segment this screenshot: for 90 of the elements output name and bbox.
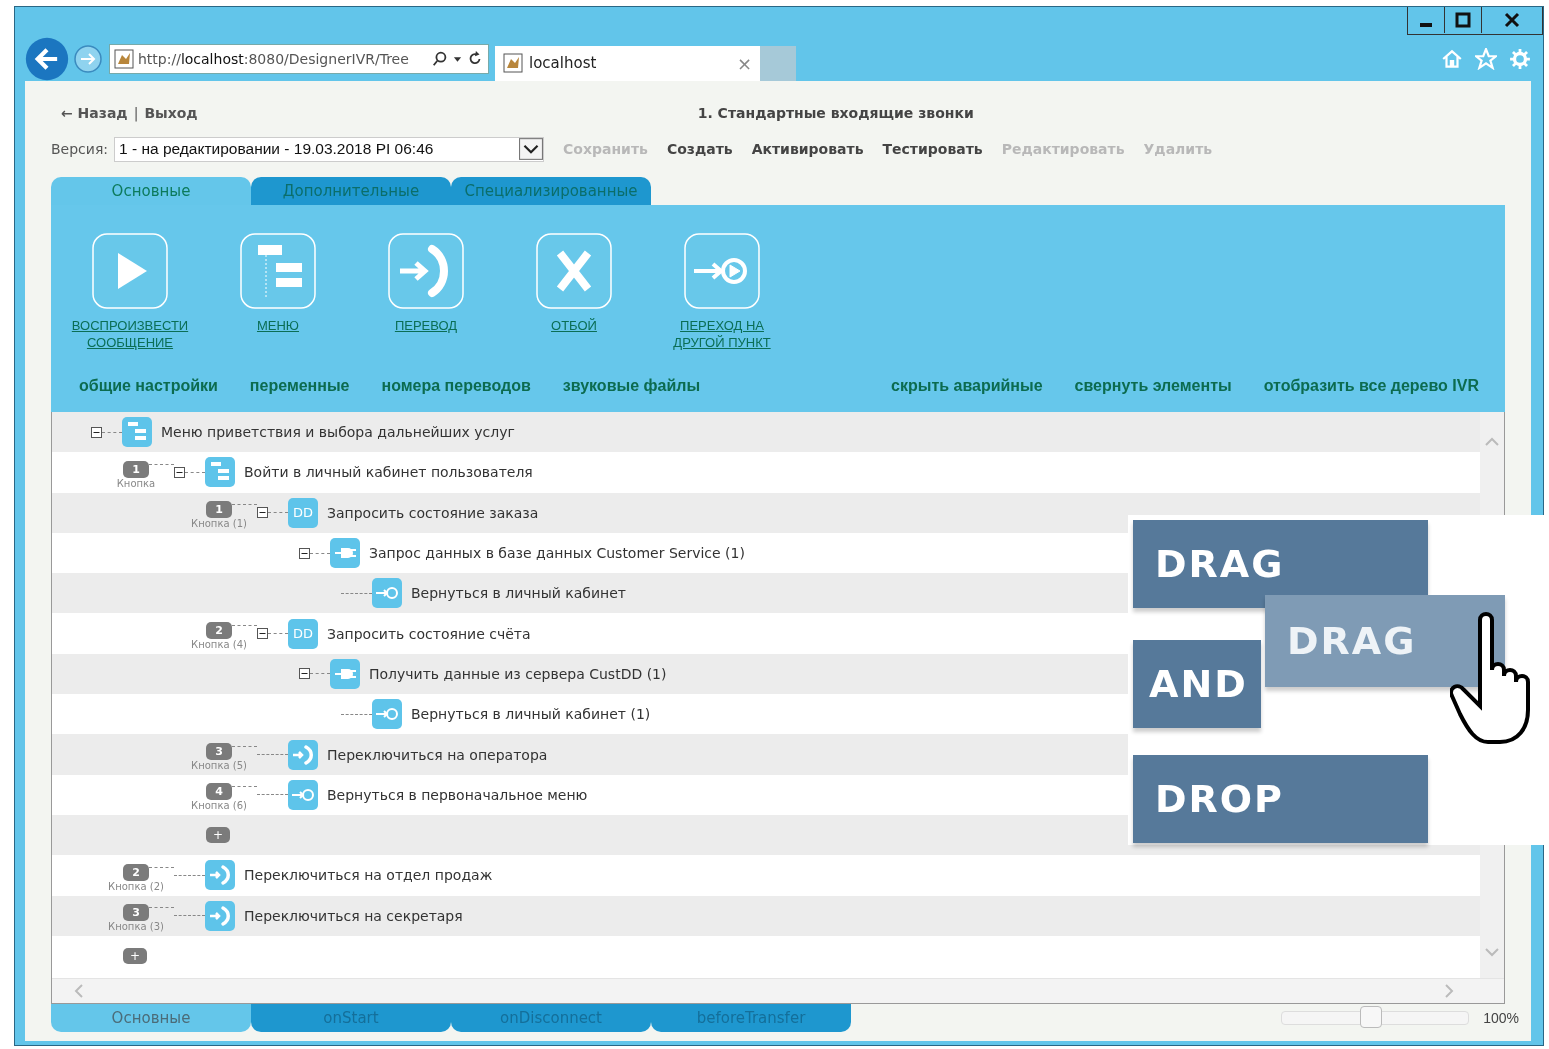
action-button[interactable]: Активировать: [751, 141, 864, 157]
phone-transfer-icon: [288, 739, 318, 770]
tab[interactable]: Дополнительные: [251, 177, 451, 205]
browser-tab[interactable]: localhost ×: [495, 45, 760, 81]
button-number-badge: 2: [123, 863, 149, 881]
and-card: AND: [1133, 640, 1261, 728]
search-icon[interactable]: [431, 50, 449, 68]
panel-link[interactable]: свернуть элементы: [1074, 377, 1232, 395]
back-link[interactable]: ← Назад: [61, 105, 128, 121]
plug-icon: [330, 538, 360, 569]
plug-icon: [330, 658, 360, 689]
drop-card: DROP: [1133, 755, 1428, 843]
cross-icon[interactable]: [536, 233, 612, 309]
badge-caption: Кнопка (3): [108, 921, 164, 934]
node-icon: DD: [288, 497, 318, 528]
tree-node-label[interactable]: Переключиться на секретаря: [244, 907, 463, 924]
badge-caption: Кнопка (1): [191, 518, 247, 531]
forward-icon[interactable]: [73, 44, 103, 74]
badge-caption: Кнопка (5): [191, 760, 247, 772]
button-number-badge: 1: [123, 460, 149, 478]
tree-node-label[interactable]: Запросить состояние счёта: [327, 625, 531, 642]
tab[interactable]: Основные: [51, 177, 251, 205]
badge-caption: Кнопка (6): [191, 800, 247, 813]
panel-link[interactable]: номера переводов: [381, 377, 531, 395]
action-button[interactable]: Тестировать: [882, 141, 983, 157]
collapse-icon[interactable]: [257, 628, 268, 640]
back-icon[interactable]: [25, 37, 69, 81]
tree-node-label[interactable]: Войти в личный кабинет пользователя: [244, 464, 533, 481]
tool-link[interactable]: ПЕРЕХОД НА ДРУГОЙ ПУНКТ: [673, 317, 771, 351]
version-label: Версия:: [51, 141, 109, 157]
button-number-badge: 1: [206, 501, 232, 519]
drag-card: DRAG: [1133, 520, 1428, 608]
tree-node-label[interactable]: Вернуться в личный кабинет: [411, 585, 626, 602]
home-icon[interactable]: [1441, 48, 1463, 70]
settings-icon[interactable]: [1509, 48, 1531, 70]
tab-title: localhost: [529, 54, 598, 72]
tool-link[interactable]: ВОСПРОИЗВЕСТИ СООБЩЕНИЕ: [71, 317, 189, 351]
tool-link[interactable]: ОТБОЙ: [551, 317, 597, 334]
panel-link[interactable]: переменные: [249, 377, 350, 395]
action-button[interactable]: Создать: [666, 141, 733, 157]
version-select[interactable]: 1 - на редактировании - 19.03.2018 PI 06:46: [114, 136, 545, 162]
collapse-icon[interactable]: [299, 547, 310, 559]
tree-node-label[interactable]: Вернуться в личный кабинет (1): [411, 706, 651, 723]
star-icon[interactable]: [1475, 48, 1497, 70]
tab[interactable]: Основные: [51, 1004, 251, 1032]
play-icon[interactable]: [92, 233, 168, 309]
zoom-reading: 100%: [1483, 1010, 1519, 1026]
tree-node-label[interactable]: Получить данные из сервера CustDD (1): [369, 665, 667, 682]
add-button[interactable]: +: [123, 948, 147, 964]
menu-tree-icon: [205, 457, 235, 488]
tree-node-label[interactable]: Переключиться на оператора: [327, 746, 548, 763]
tree-node-label[interactable]: Меню приветствия и выбора дальнейших услуг: [161, 424, 515, 441]
panel-link[interactable]: звуковые файлы: [562, 377, 701, 395]
tree-node-label[interactable]: Вернуться в первоначальное меню: [327, 786, 588, 803]
collapse-icon[interactable]: [91, 426, 102, 438]
phone-transfer-icon: [205, 860, 235, 891]
dragged-card: DRAG: [1265, 595, 1505, 687]
badge-caption: Кнопка: [116, 477, 156, 490]
menu-tree-icon[interactable]: [240, 233, 316, 309]
phone-transfer-icon[interactable]: [388, 233, 464, 309]
exit-link[interactable]: Выход: [144, 105, 198, 121]
tool-link[interactable]: МЕНЮ: [257, 317, 299, 334]
url-text: http://localhost:8080/DesignerIVR/Tree: [138, 51, 410, 67]
add-button[interactable]: +: [206, 827, 230, 844]
tab-close-button[interactable]: ×: [736, 52, 752, 74]
badge-caption: Кнопка (4): [191, 639, 247, 652]
button-number-badge: 2: [206, 622, 232, 640]
tool-link[interactable]: ПЕРЕВОД: [394, 317, 458, 334]
button-number-badge: 3: [206, 743, 232, 760]
page-title: 1. Стандартные входящие звонки: [697, 105, 974, 121]
tab[interactable]: Специализированные: [451, 177, 651, 205]
collapse-icon[interactable]: [174, 466, 185, 478]
button-number-badge: 3: [123, 904, 149, 922]
tree-node-label[interactable]: Запрос данных в базе данных Customer Service (1): [369, 545, 745, 562]
caret-icon[interactable]: [519, 138, 544, 160]
panel-link[interactable]: отобразить все дерево IVR: [1263, 377, 1479, 395]
collapse-icon[interactable]: [299, 668, 310, 680]
address-field[interactable]: http://localhost:8080/DesignerIVR/Tree: [109, 44, 489, 74]
panel-link[interactable]: общие настройки: [79, 377, 218, 395]
tree-node-label[interactable]: Запросить состояние заказа: [327, 504, 539, 521]
phone-transfer-icon: [205, 900, 235, 931]
badge-caption: Кнопка (2): [108, 880, 164, 893]
menu-tree-icon: [122, 417, 152, 448]
node-icon: DD: [288, 618, 318, 649]
tree-node-label[interactable]: Переключиться на отдел продаж: [244, 867, 493, 884]
separator: |: [133, 105, 139, 121]
button-number-badge: 4: [206, 783, 232, 801]
panel-link[interactable]: скрыть аварийные: [891, 377, 1043, 395]
collapse-icon[interactable]: [257, 507, 268, 519]
zoom-slider[interactable]: [1281, 1006, 1470, 1030]
